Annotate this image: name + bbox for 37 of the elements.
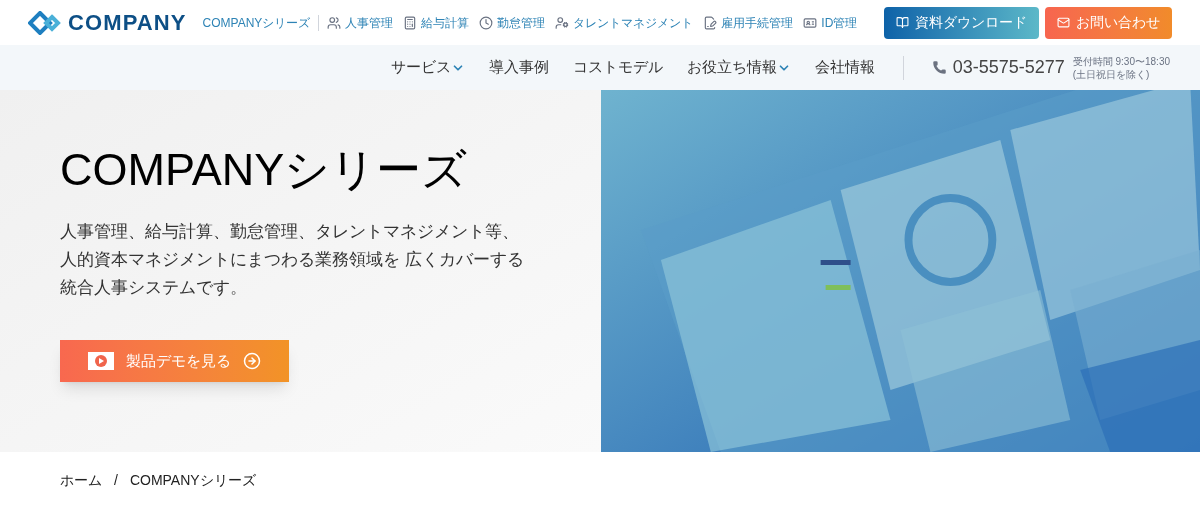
person-gear-icon <box>555 15 570 30</box>
current-page-text: COMPANYシリーズ <box>129 471 256 490</box>
phone-number: 03-5575-5277 <box>952 56 1065 79</box>
breadcrumb-separator: / <box>114 471 118 490</box>
nav-item[interactable]: 会社情報 <box>814 56 875 79</box>
phone-icon <box>931 60 947 75</box>
arrow-circle-icon <box>243 352 261 371</box>
document-pen-icon <box>703 15 718 30</box>
product-link[interactable]: 給与計算 <box>403 13 470 32</box>
demo-button[interactable]: 製品デモを見る <box>60 340 289 383</box>
nav-item[interactable]: お役立ち情報 <box>686 56 791 79</box>
breadcrumb-link[interactable]: ホーム <box>60 470 102 491</box>
product-link[interactable]: 人事管理 <box>327 13 394 32</box>
id-card-icon <box>803 15 818 30</box>
mail-icon <box>1057 16 1070 29</box>
hero-description: 人的資本マネジメントにまつわる業務領域を 広くカバーする <box>60 249 525 272</box>
series-link[interactable]: COMPANYシリーズ <box>202 13 311 32</box>
nav-item[interactable]: サービス <box>390 56 465 79</box>
calculator-icon <box>403 15 418 30</box>
download-button[interactable]: 資料ダウンロード <box>884 6 1039 39</box>
book-icon <box>896 16 909 29</box>
logo-text[interactable]: COMPANY <box>68 6 187 39</box>
nav-item[interactable]: 導入事例 <box>488 56 549 79</box>
product-link[interactable]: タレントマネジメント <box>555 13 694 32</box>
clock-icon <box>479 15 494 30</box>
hero-description: 統合人事システムです。 <box>60 277 248 300</box>
product-link[interactable]: 雇用手続管理 <box>703 13 794 32</box>
people-icon <box>327 15 342 30</box>
product-link[interactable]: ID管理 <box>803 13 858 32</box>
hero-description: 人事管理、給与計算、勤怠管理、タレントマネジメント等、 <box>60 221 520 244</box>
hours-note: (土日祝日を除く) <box>1072 67 1151 81</box>
play-icon <box>88 352 114 371</box>
hours-text: 受付時間 9:30〜18:30 <box>1072 54 1170 68</box>
hero-title: COMPANYシリーズ <box>60 143 469 197</box>
contact-button[interactable]: お問い合わせ <box>1045 6 1172 39</box>
nav-item[interactable]: コストモデル <box>572 56 663 79</box>
product-link[interactable]: 勤怠管理 <box>479 13 546 32</box>
